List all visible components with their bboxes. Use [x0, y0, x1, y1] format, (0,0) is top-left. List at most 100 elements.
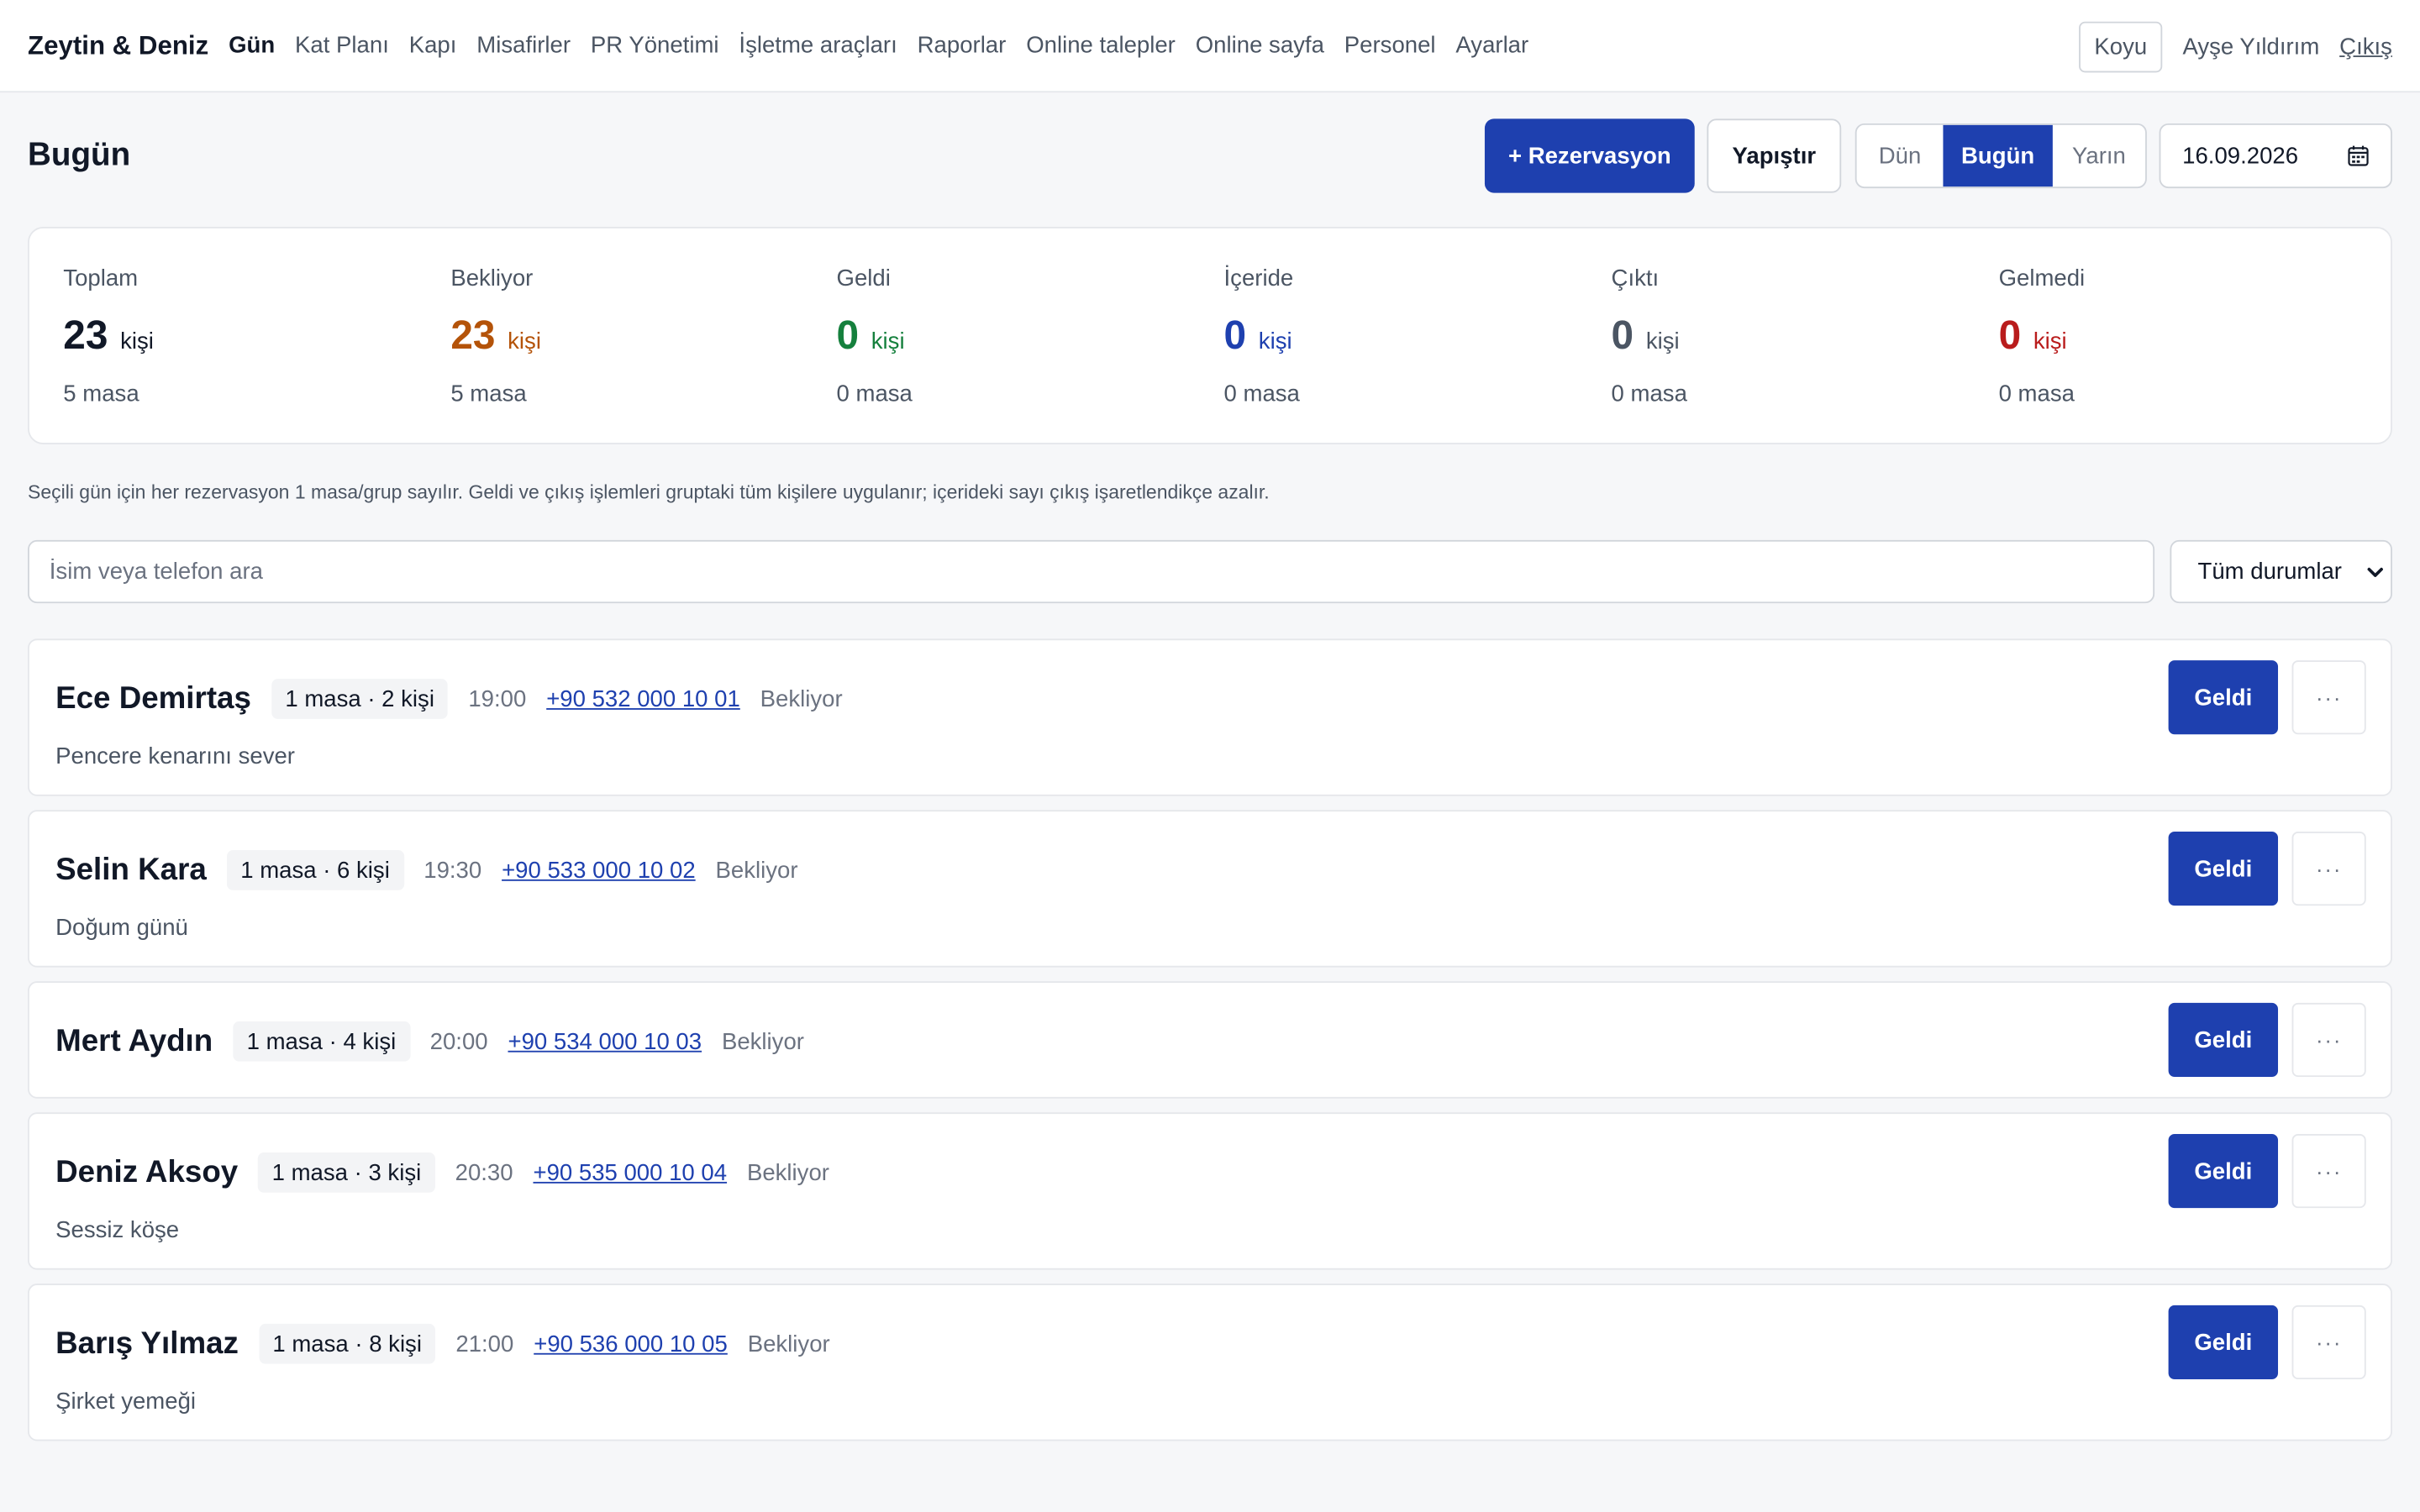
- stat-arrived: Geldi 0 kişi 0 masa: [837, 265, 1207, 407]
- logout-link[interactable]: Çıkış: [2339, 33, 2392, 59]
- stat-value: 0: [1998, 312, 2022, 359]
- reservation-time: 20:30: [455, 1159, 513, 1186]
- reservation-card: Selin Kara 1 masa · 6 kişi 19:30 +90 533…: [28, 810, 2392, 968]
- date-value: 16.09.2026: [2182, 142, 2299, 170]
- status-label: Bekliyor: [721, 1028, 804, 1055]
- nav-item-isletme-araclari[interactable]: İşletme araçları: [739, 33, 897, 59]
- status-filter-select[interactable]: Tüm durumlar: [2170, 539, 2392, 604]
- reservation-note: Doğum günü: [55, 915, 188, 942]
- more-options-button[interactable]: ···: [2291, 832, 2366, 906]
- more-options-button[interactable]: ···: [2291, 660, 2366, 735]
- stat-tables: 0 masa: [1223, 381, 1300, 407]
- more-options-button[interactable]: ···: [2291, 1002, 2366, 1078]
- stat-value: 0: [1223, 312, 1247, 359]
- reservation-note: Şirket yemeği: [55, 1389, 197, 1415]
- reservation-card: Deniz Aksoy 1 masa · 3 kişi 20:30 +90 53…: [28, 1112, 2392, 1270]
- reservation-time: 19:30: [424, 857, 482, 884]
- party-size-badge: 1 masa · 2 kişi: [271, 679, 449, 719]
- guest-name[interactable]: Ece Demirtaş: [55, 681, 251, 717]
- reservation-note: Pencere kenarını sever: [55, 743, 295, 770]
- stat-value: 0: [836, 312, 860, 359]
- reservation-card: Barış Yılmaz 1 masa · 8 kişi 21:00 +90 5…: [28, 1284, 2392, 1441]
- new-reservation-button[interactable]: + Rezervasyon: [1484, 118, 1695, 193]
- party-size-badge: 1 masa · 6 kişi: [226, 850, 404, 890]
- chevron-down-icon: [2367, 567, 2383, 577]
- day-switcher: Dün Bugün Yarın: [1854, 123, 2147, 189]
- phone-link[interactable]: +90 534 000 10 03: [508, 1028, 702, 1054]
- guest-name[interactable]: Deniz Aksoy: [55, 1155, 238, 1190]
- arrived-button[interactable]: Geldi: [2168, 832, 2279, 906]
- arrived-button[interactable]: Geldi: [2168, 660, 2279, 735]
- user-name: Ayşe Yıldırım: [2182, 33, 2320, 60]
- party-size-badge: 1 masa · 3 kişi: [258, 1152, 435, 1193]
- stat-label: İçeride: [1223, 265, 1294, 292]
- stat-tables: 0 masa: [1611, 381, 1687, 407]
- arrived-button[interactable]: Geldi: [2168, 1002, 2279, 1078]
- top-navbar: Zeytin & Deniz Gün Kat Planı Kapı Misafi…: [0, 0, 2420, 93]
- stat-tables: 5 masa: [450, 381, 527, 407]
- guest-name[interactable]: Barış Yılmaz: [55, 1326, 239, 1362]
- stat-no-show: Gelmedi 0 kişi 0 masa: [1999, 265, 2370, 407]
- page-header: Bugün + Rezervasyon Yapıştır Dün Bugün Y…: [28, 118, 2392, 193]
- reservation-card: Mert Aydın 1 masa · 4 kişi 20:00 +90 534…: [28, 981, 2392, 1099]
- status-label: Bekliyor: [760, 685, 843, 712]
- nav-menu: Gün Kat Planı Kapı Misafirler PR Yönetim…: [229, 33, 1549, 59]
- guest-name[interactable]: Selin Kara: [55, 853, 207, 888]
- stat-unit: kişi: [1258, 328, 1292, 355]
- phone-link[interactable]: +90 533 000 10 02: [502, 857, 696, 883]
- stat-unit: kişi: [120, 328, 154, 355]
- phone-link[interactable]: +90 535 000 10 04: [533, 1159, 727, 1185]
- nav-item-kapi[interactable]: Kapı: [409, 33, 457, 59]
- stat-tables: 0 masa: [836, 381, 913, 407]
- stat-waiting: Bekliyor 23 kişi 5 masa: [450, 265, 821, 407]
- day-today-button[interactable]: Bugün: [1943, 124, 2053, 187]
- app-root: Zeytin & Deniz Gün Kat Planı Kapı Misafi…: [0, 0, 2420, 1512]
- stat-left: Çıktı 0 kişi 0 masa: [1612, 265, 1982, 407]
- nav-item-kat-plani[interactable]: Kat Planı: [295, 33, 389, 59]
- page-title: Bugün: [28, 137, 131, 173]
- stat-value: 0: [1611, 312, 1634, 359]
- stat-total: Toplam 23 kişi 5 masa: [63, 265, 434, 407]
- stat-unit: kişi: [508, 328, 541, 355]
- day-yesterday-button[interactable]: Dün: [1857, 125, 1944, 186]
- party-size-badge: 1 masa · 8 kişi: [258, 1323, 436, 1364]
- nav-user-area: Koyu Ayşe Yıldırım Çıkış: [2079, 0, 2392, 92]
- nav-item-misafirler[interactable]: Misafirler: [476, 33, 571, 59]
- nav-item-online-sayfa[interactable]: Online sayfa: [1196, 33, 1324, 59]
- nav-item-gun[interactable]: Gün: [229, 33, 275, 59]
- guest-name[interactable]: Mert Aydın: [55, 1024, 213, 1059]
- search-input[interactable]: [28, 539, 2155, 604]
- arrived-button[interactable]: Geldi: [2168, 1305, 2279, 1380]
- reservation-time: 20:00: [429, 1028, 488, 1055]
- reservation-card: Ece Demirtaş 1 masa · 2 kişi 19:00 +90 5…: [28, 638, 2392, 796]
- stat-label: Gelmedi: [1998, 265, 2086, 292]
- status-label: Bekliyor: [746, 1159, 829, 1186]
- nav-item-pr-yonetimi[interactable]: PR Yönetimi: [591, 33, 719, 59]
- brand-name[interactable]: Zeytin & Deniz: [28, 30, 208, 61]
- arrived-button[interactable]: Geldi: [2168, 1134, 2279, 1209]
- phone-link[interactable]: +90 532 000 10 01: [546, 685, 740, 711]
- nav-item-ayarlar[interactable]: Ayarlar: [1455, 33, 1528, 59]
- info-note: Seçili gün için her rezervasyon 1 masa/g…: [28, 481, 1270, 503]
- nav-item-personel[interactable]: Personel: [1344, 33, 1436, 59]
- stat-label: Bekliyor: [450, 265, 534, 292]
- calendar-icon[interactable]: [2348, 145, 2370, 167]
- party-size-badge: 1 masa · 4 kişi: [233, 1021, 410, 1062]
- reservation-note: Sessiz köşe: [55, 1217, 180, 1244]
- status-label: Bekliyor: [747, 1331, 830, 1357]
- stat-unit: kişi: [1645, 328, 1680, 355]
- status-filter-value: Tüm durumlar: [2197, 558, 2342, 585]
- paste-button[interactable]: Yapıştır: [1707, 118, 1842, 193]
- nav-item-online-talepler[interactable]: Online talepler: [1026, 33, 1176, 59]
- more-options-button[interactable]: ···: [2291, 1305, 2366, 1380]
- theme-toggle-button[interactable]: Koyu: [2079, 20, 2163, 72]
- stat-label: Toplam: [63, 265, 139, 292]
- stat-unit: kişi: [871, 328, 905, 355]
- more-options-button[interactable]: ···: [2291, 1134, 2366, 1209]
- date-input[interactable]: 16.09.2026: [2159, 123, 2392, 189]
- stat-value: 23: [450, 312, 496, 359]
- stat-label: Çıktı: [1611, 265, 1660, 292]
- day-tomorrow-button[interactable]: Yarın: [2053, 125, 2145, 186]
- phone-link[interactable]: +90 536 000 10 05: [534, 1331, 728, 1357]
- nav-item-raporlar[interactable]: Raporlar: [918, 33, 1007, 59]
